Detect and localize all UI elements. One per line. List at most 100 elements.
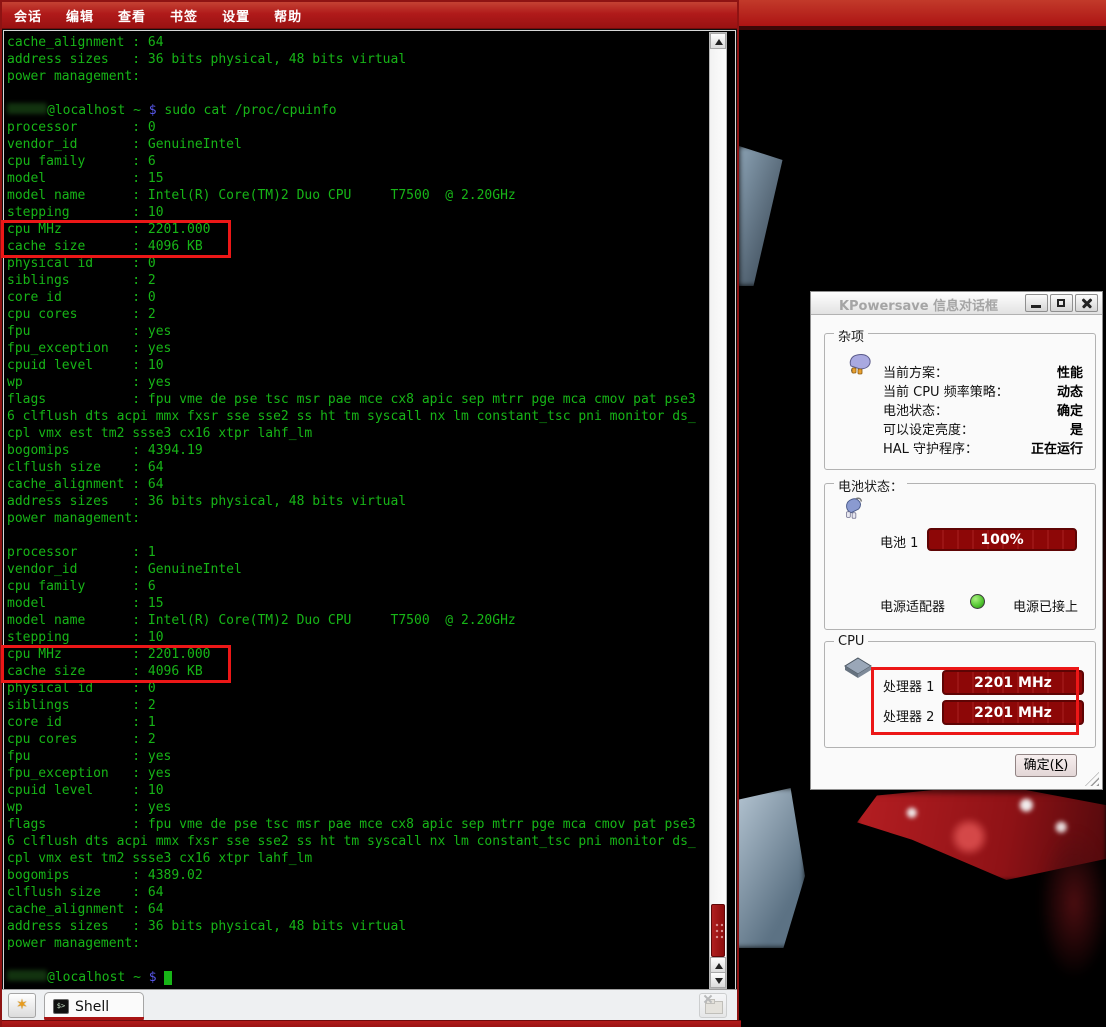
terminal-line: core id : 1 <box>7 714 707 731</box>
terminal-line: cpu family : 6 <box>7 578 707 595</box>
new-session-icon: ✶ <box>16 997 28 1013</box>
prompt-dollar: $ <box>149 970 157 985</box>
misc-row-hal: HAL 守护程序： 正在运行 <box>883 438 1083 457</box>
minimize-button[interactable] <box>1025 294 1048 312</box>
terminal-line: wp : yes <box>7 374 707 391</box>
terminal-line: processor : 1 <box>7 544 707 561</box>
menu-edit[interactable]: 编辑 <box>66 6 94 25</box>
menu-session[interactable]: 会话 <box>14 6 42 25</box>
prompt-dollar: $ <box>149 103 157 118</box>
terminal-line: clflush size : 64 <box>7 459 707 476</box>
terminal-line: flags : fpu vme de pse tsc msr pae mce c… <box>7 816 707 833</box>
scrollbar-up-button-bottom[interactable] <box>710 957 726 973</box>
dialog-titlebar[interactable]: KPowersave 信息对话框 <box>811 292 1102 315</box>
menu-help[interactable]: 帮助 <box>274 6 302 25</box>
ok-button[interactable]: 确定(K) <box>1015 754 1077 777</box>
misc-value: 确定 <box>1057 400 1083 419</box>
censored-username <box>7 970 47 981</box>
terminal-line: cpl vmx est tm2 ssse3 cx16 xtpr lahf_lm <box>7 425 707 442</box>
kpowersave-dialog: KPowersave 信息对话框 杂项 当前方案： 性能 当前 CPU 频率策略… <box>810 291 1103 790</box>
censored-username <box>7 103 47 114</box>
misc-value: 性能 <box>1057 362 1083 381</box>
maximize-button[interactable] <box>1050 294 1073 312</box>
terminal-screen[interactable]: cache_alignment : 64address sizes : 36 b… <box>3 30 736 991</box>
resize-grip[interactable] <box>1085 772 1099 786</box>
adapter-status: 电源已接上 <box>1013 596 1078 615</box>
battery-progressbar: 100% <box>927 528 1077 551</box>
terminal-line: cpu cores : 2 <box>7 731 707 748</box>
terminal-line: cpu cores : 2 <box>7 306 707 323</box>
minimize-icon <box>1031 305 1041 308</box>
terminal-line: cpl vmx est tm2 ssse3 cx16 xtpr lahf_lm <box>7 850 707 867</box>
power-plug-icon <box>847 350 875 376</box>
scrollbar-thumb[interactable] <box>711 904 725 957</box>
highlight-box-cpu-frequency <box>871 667 1079 735</box>
misc-row-brightness: 可以设定亮度： 是 <box>883 419 1083 438</box>
group-battery: 电池状态： 电池 1 100% 电源适配器 电源已接上 <box>824 483 1096 630</box>
session-tabbar: ✶ $> Shell <box>2 989 737 1021</box>
terminal-line: power management: <box>7 935 707 952</box>
terminal-line: flags : fpu vme de pse tsc msr pae mce c… <box>7 391 707 408</box>
close-icon <box>703 994 713 1004</box>
terminal-output: cache_alignment : 64address sizes : 36 b… <box>7 34 707 986</box>
terminal-line: clflush size : 64 <box>7 884 707 901</box>
background-red-bar-edge <box>739 26 1106 30</box>
terminal-line: address sizes : 36 bits physical, 48 bit… <box>7 51 707 68</box>
ok-label: 确定( <box>1024 758 1055 773</box>
tab-shell[interactable]: $> Shell <box>44 992 144 1020</box>
background-red-bar <box>739 0 1106 26</box>
terminal-line: cache_alignment : 64 <box>7 34 707 51</box>
close-button[interactable] <box>1075 294 1098 312</box>
terminal-line: cpuid level : 10 <box>7 357 707 374</box>
misc-value: 正在运行 <box>1031 438 1083 457</box>
terminal-line: 6 clflush dts acpi mmx fxsr sse sse2 ss … <box>7 408 707 425</box>
terminal-scrollbar[interactable] <box>709 32 727 989</box>
terminal-line <box>7 85 707 102</box>
ok-label-suffix: ) <box>1063 758 1068 773</box>
scrollbar-grip-dots <box>715 923 723 941</box>
terminal-line: @localhost ~ $ sudo cat /proc/cpuinfo <box>7 102 707 119</box>
terminal-line: vendor_id : GenuineIntel <box>7 136 707 153</box>
close-session-button[interactable] <box>699 993 727 1018</box>
terminal-line: bogomips : 4394.19 <box>7 442 707 459</box>
terminal-line: model name : Intel(R) Core(TM)2 Duo CPU … <box>7 612 707 629</box>
terminal-line: fpu_exception : yes <box>7 765 707 782</box>
misc-value: 是 <box>1070 419 1083 438</box>
terminal-line: 6 clflush dts acpi mmx fxsr sse sse2 ss … <box>7 833 707 850</box>
menu-view[interactable]: 查看 <box>118 6 146 25</box>
misc-label: 当前方案： <box>883 362 948 381</box>
menu-settings[interactable]: 设置 <box>222 6 250 25</box>
misc-row-cpu-policy: 当前 CPU 频率策略： 动态 <box>883 381 1083 400</box>
background-blue-wedge-top <box>739 146 797 286</box>
terminal-line: model : 15 <box>7 595 707 612</box>
background-blue-wedge-bottom <box>739 788 805 948</box>
terminal-line: fpu_exception : yes <box>7 340 707 357</box>
group-battery-title: 电池状态： <box>834 476 907 495</box>
menubar: 会话 编辑 查看 书签 设置 帮助 <box>2 2 737 29</box>
terminal-line: address sizes : 36 bits physical, 48 bit… <box>7 493 707 510</box>
misc-label: 当前 CPU 频率策略： <box>883 381 1009 400</box>
terminal-line: fpu : yes <box>7 323 707 340</box>
terminal-line: vendor_id : GenuineIntel <box>7 561 707 578</box>
arrow-up-icon <box>715 963 723 969</box>
scrollbar-up-button-top[interactable] <box>710 33 726 49</box>
terminal-line: model name : Intel(R) Core(TM)2 Duo CPU … <box>7 187 707 204</box>
misc-label: 可以设定亮度： <box>883 419 974 438</box>
arrow-down-icon <box>715 978 723 984</box>
adapter-label: 电源适配器 <box>880 596 945 615</box>
new-session-button[interactable]: ✶ <box>8 993 36 1018</box>
menu-bookmarks[interactable]: 书签 <box>170 6 198 25</box>
misc-label: 电池状态： <box>883 400 948 419</box>
terminal-line: address sizes : 36 bits physical, 48 bit… <box>7 918 707 935</box>
terminal-line: core id : 0 <box>7 289 707 306</box>
arrow-up-icon <box>715 39 723 45</box>
konsole-window: 会话 编辑 查看 书签 设置 帮助 cache_alignment : 64ad… <box>0 0 739 1027</box>
terminal-line: model : 15 <box>7 170 707 187</box>
terminal-line <box>7 527 707 544</box>
terminal-line: bogomips : 4389.02 <box>7 867 707 884</box>
group-misc: 杂项 当前方案： 性能 当前 CPU 频率策略： 动态 电池状态： 确定 可以设… <box>824 333 1096 470</box>
scrollbar-down-button[interactable] <box>710 972 726 988</box>
highlight-box-cpu0 <box>1 220 231 258</box>
highlight-box-cpu1 <box>1 645 231 683</box>
adapter-led-icon <box>970 594 985 609</box>
